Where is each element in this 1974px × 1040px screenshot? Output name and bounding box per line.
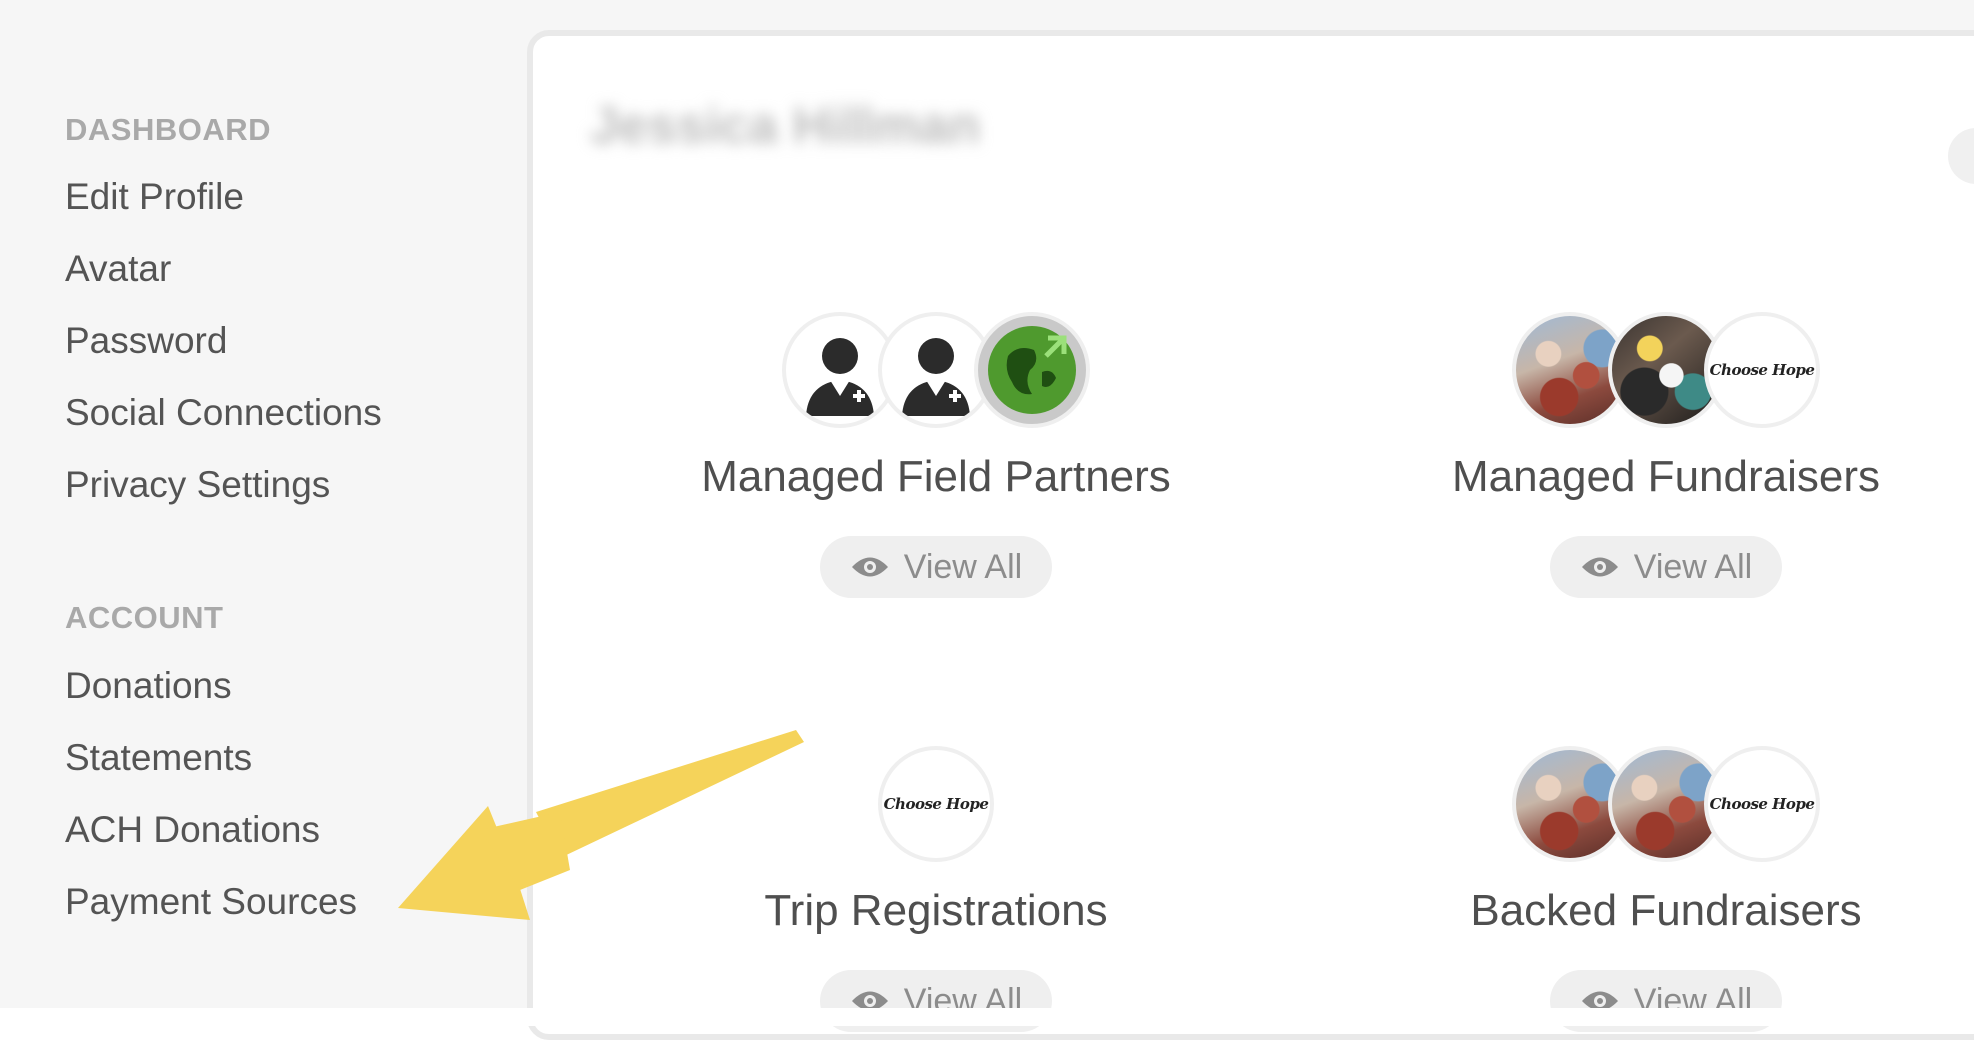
sidebar-item-privacy-settings[interactable]: Privacy Settings bbox=[65, 464, 330, 506]
eye-icon bbox=[851, 557, 888, 577]
avatar-group: Choose Hope bbox=[1512, 746, 1822, 864]
view-all-button[interactable]: View All bbox=[1550, 536, 1782, 598]
dashboard-heading: DASHBOARD bbox=[65, 112, 271, 147]
sidebar-item-avatar[interactable]: Avatar bbox=[65, 248, 171, 290]
sidebar-item-donations[interactable]: Donations bbox=[65, 665, 232, 707]
sidebar-item-social-connections[interactable]: Social Connections bbox=[65, 392, 382, 434]
card-title: Backed Fundraisers bbox=[1470, 886, 1862, 935]
choose-hope-logo-avatar[interactable]: Choose Hope bbox=[1704, 312, 1820, 428]
avatar-group: Choose Hope bbox=[1512, 312, 1822, 430]
bottom-edge bbox=[0, 1008, 1974, 1026]
choose-hope-logo-avatar[interactable]: Choose Hope bbox=[878, 746, 994, 862]
sidebar-item-ach-donations[interactable]: ACH Donations bbox=[65, 809, 320, 851]
eye-icon bbox=[1581, 557, 1618, 577]
sidebar-item-edit-profile[interactable]: Edit Profile bbox=[65, 176, 244, 218]
view-all-label: View All bbox=[1633, 547, 1753, 586]
annotation-arrow-icon bbox=[398, 730, 804, 920]
card-title: Managed Field Partners bbox=[701, 452, 1171, 501]
sidebar-item-password[interactable]: Password bbox=[65, 320, 227, 362]
choose-hope-logo-avatar[interactable]: Choose Hope bbox=[1704, 746, 1820, 862]
avatar-group bbox=[782, 312, 1092, 430]
user-name-blurred: Jessica Hillman bbox=[590, 97, 981, 155]
card-title: Managed Fundraisers bbox=[1451, 452, 1880, 501]
account-heading: ACCOUNT bbox=[65, 600, 224, 635]
choose-hope-logo: Choose Hope bbox=[883, 795, 989, 813]
choose-hope-logo: Choose Hope bbox=[1709, 361, 1815, 379]
sidebar-item-payment-sources[interactable]: Payment Sources bbox=[65, 881, 357, 923]
avatar-group: Choose Hope bbox=[878, 746, 996, 864]
view-all-label: View All bbox=[903, 547, 1023, 586]
sidebar-item-statements[interactable]: Statements bbox=[65, 737, 252, 779]
view-all-button[interactable]: View All bbox=[820, 536, 1052, 598]
choose-hope-logo: Choose Hope bbox=[1709, 795, 1815, 813]
globe-icon[interactable] bbox=[974, 312, 1090, 428]
